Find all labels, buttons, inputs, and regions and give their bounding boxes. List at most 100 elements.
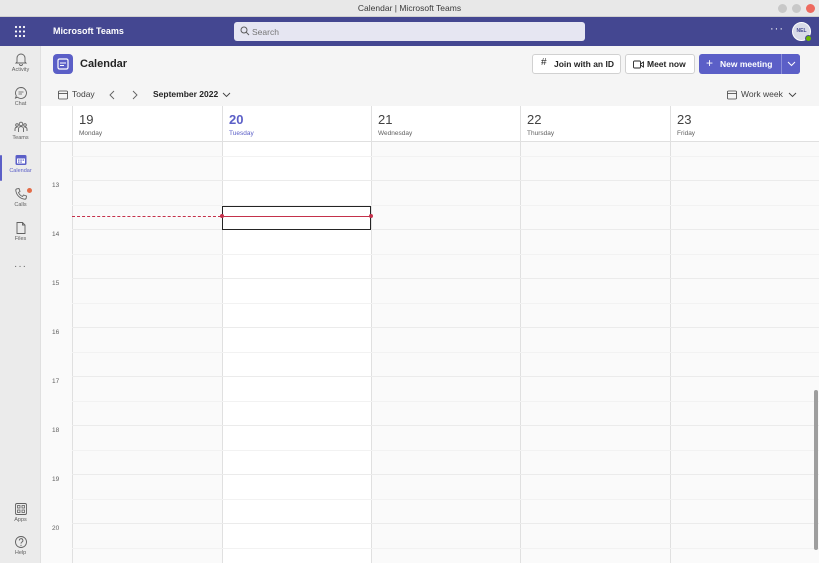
hour-label: 13 — [52, 182, 60, 189]
rail-item-label: Help — [14, 550, 27, 556]
half-hour-line — [72, 450, 819, 451]
apps-icon — [14, 503, 27, 515]
rail-item-activity[interactable]: Activity — [0, 52, 41, 82]
current-time-line — [222, 216, 371, 217]
calendar-icon — [15, 155, 26, 165]
day-weekday: Tuesday — [229, 130, 254, 137]
day-number: 19 — [79, 112, 94, 127]
day-number: 23 — [677, 112, 692, 127]
day-weekday: Wednesday — [378, 130, 413, 137]
half-hour-line — [72, 205, 819, 206]
rail-item-teams[interactable]: Teams — [0, 120, 41, 150]
zoom-window-button[interactable] — [792, 4, 801, 13]
day-header-monday[interactable]: 19 Monday — [72, 106, 222, 142]
join-with-id-button[interactable]: # Join with an ID — [532, 54, 621, 74]
current-time-dot — [220, 214, 224, 218]
rail-item-help[interactable]: Help — [0, 535, 41, 563]
today-button[interactable]: Today — [72, 89, 95, 99]
meet-now-label: Meet now — [647, 59, 686, 69]
page-title: Calendar — [80, 58, 128, 70]
selected-time-slot[interactable] — [222, 206, 371, 230]
teams-icon — [14, 121, 27, 132]
hour-line — [72, 180, 819, 181]
search-box[interactable] — [234, 22, 585, 41]
phone-icon — [14, 187, 27, 200]
hour-label: 20 — [52, 525, 60, 532]
search-icon — [240, 26, 250, 36]
avatar-initials: NEL — [796, 28, 807, 34]
chevron-right-icon[interactable] — [132, 90, 138, 100]
calls-notification-badge — [27, 188, 32, 193]
vertical-scrollbar[interactable] — [814, 390, 818, 550]
day-weekday: Thursday — [527, 130, 555, 137]
left-rail: Activity Chat Teams Calendar Calls Files… — [0, 46, 41, 563]
half-hour-line — [72, 401, 819, 402]
day-weekday: Friday — [677, 130, 696, 137]
hour-line — [72, 278, 819, 279]
calendar-app-icon — [53, 54, 73, 74]
month-picker[interactable]: September 2022 — [153, 89, 218, 99]
rail-item-chat[interactable]: Chat — [0, 86, 41, 116]
window-titlebar: Calendar | Microsoft Teams — [0, 0, 819, 17]
window-title: Calendar | Microsoft Teams — [357, 3, 462, 13]
chevron-down-icon[interactable] — [222, 92, 231, 98]
chevron-down-icon — [787, 61, 796, 67]
day-number: 21 — [378, 112, 393, 127]
rail-item-label: Apps — [14, 517, 27, 523]
rail-item-calls[interactable]: Calls — [0, 187, 41, 217]
new-meeting-label: New meeting — [720, 59, 773, 69]
more-options-icon[interactable]: ··· — [770, 23, 784, 35]
calendar-header: Calendar # Join with an ID Meet now + Ne… — [41, 46, 819, 84]
day-header-friday[interactable]: 23 Friday — [670, 106, 819, 142]
minimize-window-button[interactable] — [778, 4, 787, 13]
plus-icon: + — [706, 56, 714, 70]
day-weekday: Monday — [79, 130, 103, 137]
day-header-tuesday[interactable]: 20 Tuesday — [222, 106, 371, 142]
hour-label: 17 — [52, 378, 60, 385]
day-number: 20 — [229, 112, 244, 127]
current-time-dot — [369, 214, 373, 218]
rail-item-apps[interactable]: Apps — [0, 502, 41, 532]
new-meeting-dropdown[interactable] — [781, 54, 800, 74]
rail-item-label: Activity — [11, 67, 30, 73]
half-hour-line — [72, 303, 819, 304]
hash-icon: # — [541, 57, 547, 68]
half-hour-line — [72, 156, 819, 157]
app-name: Microsoft Teams — [53, 26, 124, 36]
hour-label: 16 — [52, 329, 60, 336]
more-apps-icon[interactable]: ··· — [0, 261, 41, 272]
rail-item-label: Calls — [14, 202, 27, 208]
calendar-nav-row: Today September 2022 Work week — [41, 84, 819, 106]
hour-line — [72, 474, 819, 475]
meet-now-button[interactable]: Meet now — [625, 54, 695, 74]
day-number: 22 — [527, 112, 542, 127]
day-header-wednesday[interactable]: 21 Wednesday — [371, 106, 520, 142]
chevron-down-icon[interactable] — [788, 92, 797, 98]
half-hour-line — [72, 548, 819, 549]
search-input[interactable] — [252, 24, 572, 39]
app-launcher-icon[interactable] — [10, 23, 30, 40]
join-with-id-label: Join with an ID — [554, 59, 614, 69]
calendar-grid: 19 Monday 20 Tuesday 21 Wednesday 22 Thu… — [41, 106, 819, 563]
rail-item-calendar[interactable]: Calendar — [0, 153, 41, 183]
hour-line — [72, 523, 819, 524]
today-calendar-icon — [58, 90, 68, 100]
avatar[interactable]: NEL — [792, 22, 812, 42]
view-calendar-icon — [727, 90, 737, 100]
day-header-thursday[interactable]: 22 Thursday — [520, 106, 670, 142]
app-header: Microsoft Teams ··· NEL — [0, 17, 819, 46]
half-hour-line — [72, 352, 819, 353]
hour-line — [72, 376, 819, 377]
current-time-line-past — [72, 216, 221, 217]
rail-item-label: Teams — [12, 135, 29, 141]
view-switcher[interactable]: Work week — [741, 89, 783, 99]
close-window-button[interactable] — [806, 4, 815, 13]
video-camera-icon — [633, 60, 644, 69]
hour-label: 18 — [52, 427, 60, 434]
chevron-left-icon[interactable] — [109, 90, 115, 100]
day-headers: 19 Monday 20 Tuesday 21 Wednesday 22 Thu… — [41, 106, 819, 142]
file-icon — [16, 222, 25, 234]
hour-label: 19 — [52, 476, 60, 483]
rail-item-files[interactable]: Files — [0, 221, 41, 251]
rail-item-label: Chat — [14, 101, 27, 107]
